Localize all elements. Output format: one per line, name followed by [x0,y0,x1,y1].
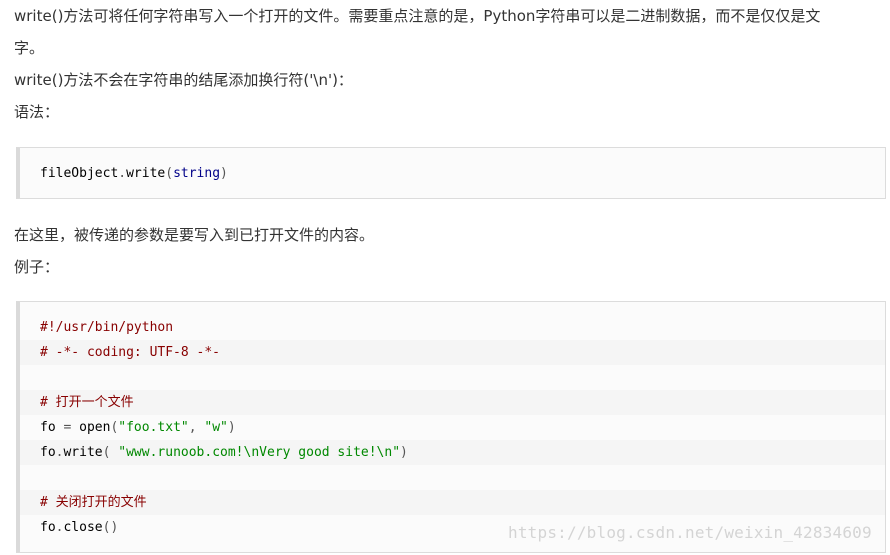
syntax-label: 语法： [14,103,60,121]
code-string: "www.runoob.com!\nVery good site!\n" [118,445,401,460]
code-token: close [63,520,103,535]
code-string: "foo.txt" [118,420,189,435]
code-token: string [173,166,221,181]
code-comment: # 打开一个文件 [40,395,134,410]
code-token: ( [165,166,174,181]
code-token: fo [40,520,56,535]
code-line-4: # 打开一个文件 [20,390,885,415]
code-token: () [102,520,119,535]
code-token: = [55,420,80,435]
code-line-2: # -*- coding: UTF-8 -*- [20,340,885,365]
paragraph-newline-note: write()方法不会在字符串的结尾添加换行符('\n')： [14,71,353,89]
paragraph-write-intro-cont: 字。 [14,39,45,57]
code-token: fileObject [40,166,119,181]
code-line-8: # 关闭打开的文件 [20,490,885,515]
code-token: , [188,420,205,435]
code-comment: # -*- coding: UTF-8 -*- [40,345,221,360]
code-token: ) [227,420,236,435]
code-token: . [118,166,127,181]
code-token: write [126,166,166,181]
code-comment: # 关闭打开的文件 [40,495,147,510]
syntax-code-line: fileObject.write(string) [40,161,885,186]
code-token: ) [220,166,228,181]
paragraph-write-intro: write()方法可将任何字符串写入一个打开的文件。需要重点注意的是，Pytho… [14,7,821,25]
code-comment: #!/usr/bin/python [40,320,174,335]
code-token: open [79,420,111,435]
code-line-6: fo.write( "www.runoob.com!\nVery good si… [20,440,885,465]
code-token: write [63,445,103,460]
code-token: ( [102,445,119,460]
code-string: "w" [204,420,228,435]
example-label: 例子： [14,258,60,276]
code-token: fo [40,445,56,460]
code-token: ) [400,445,408,460]
paragraph-param-note: 在这里，被传递的参数是要写入到已打开文件的内容。 [14,226,375,244]
code-line-1: #!/usr/bin/python [40,315,885,340]
example-code-block: #!/usr/bin/python # -*- coding: UTF-8 -*… [16,301,886,553]
code-line-5: fo = open("foo.txt", "w") [40,415,885,440]
code-token: fo [40,420,56,435]
syntax-code-block: fileObject.write(string) [16,147,886,199]
watermark-url: https://blog.csdn.net/weixin_42834609 [508,523,872,542]
